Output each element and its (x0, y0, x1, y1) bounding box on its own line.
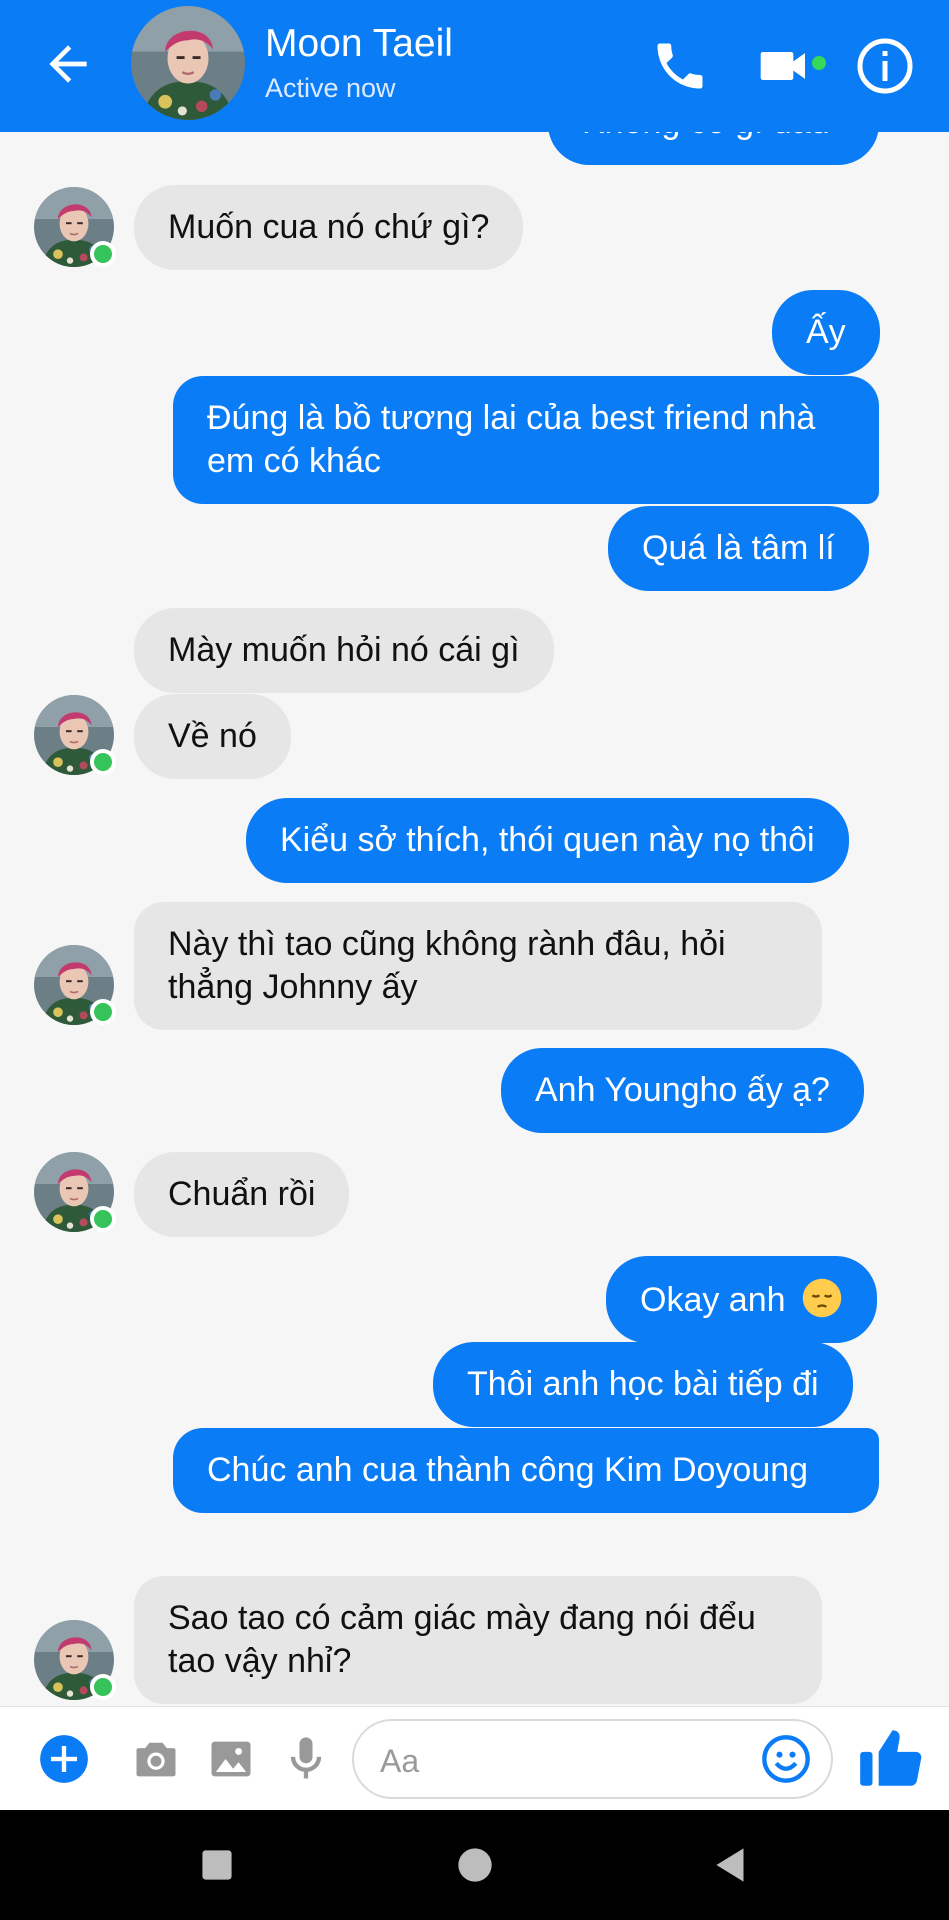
message-outgoing[interactable]: Ấy (772, 290, 880, 375)
message-outgoing[interactable]: Okay anh (606, 1256, 877, 1343)
message-outgoing[interactable]: Anh Youngho ấy ạ? (501, 1048, 864, 1133)
camera-icon[interactable] (130, 1733, 182, 1785)
message-text: Okay anh (640, 1281, 786, 1319)
pensive-face-emoji-icon (802, 1278, 842, 1318)
message-outgoing[interactable]: Không có gì đâu (548, 132, 879, 165)
video-camera-icon[interactable] (756, 36, 812, 96)
phone-icon[interactable] (650, 36, 710, 96)
chat-header: Moon Taeil Active now (0, 0, 949, 132)
contact-avatar-small[interactable] (34, 1152, 116, 1232)
image-icon[interactable] (205, 1733, 257, 1785)
message-incoming[interactable]: Sao tao có cảm giác mày đang nói đểu tao… (134, 1576, 822, 1704)
emoji-icon[interactable] (760, 1733, 812, 1785)
message-outgoing[interactable]: Kiểu sở thích, thói quen này nọ thôi (246, 798, 849, 883)
contact-avatar[interactable] (131, 6, 245, 120)
message-outgoing[interactable]: Đúng là bồ tương lai của best friend nhà… (173, 376, 879, 504)
microphone-icon[interactable] (280, 1733, 332, 1785)
recent-apps-icon[interactable] (192, 1840, 242, 1890)
contact-avatar-small[interactable] (34, 945, 116, 1025)
info-icon[interactable] (855, 36, 915, 96)
message-outgoing[interactable]: Chúc anh cua thành công Kim Doyoung (173, 1428, 879, 1513)
contact-avatar-small[interactable] (34, 187, 116, 267)
back-icon[interactable] (706, 1840, 756, 1890)
online-indicator (90, 749, 116, 775)
contact-name[interactable]: Moon Taeil (265, 22, 453, 66)
message-incoming[interactable]: Chuẩn rồi (134, 1152, 350, 1237)
online-indicator (90, 1206, 116, 1232)
back-arrow-icon[interactable] (40, 36, 96, 92)
message-list[interactable]: Không có gì đâu Muốn cua nó chứ gì? Ấy Đ… (0, 132, 949, 1706)
message-incoming[interactable]: Muốn cua nó chứ gì? (134, 185, 524, 270)
avatar-image (131, 6, 245, 120)
message-outgoing[interactable]: Quá là tâm lí (608, 506, 869, 591)
online-indicator (90, 999, 116, 1025)
message-incoming[interactable]: Mày muốn hỏi nó cái gì (134, 608, 554, 693)
message-composer: Aa (0, 1706, 949, 1810)
contact-avatar-small[interactable] (34, 695, 116, 775)
thumbs-up-icon[interactable] (854, 1721, 928, 1795)
message-outgoing[interactable]: Thôi anh học bài tiếp đi (433, 1342, 853, 1427)
message-incoming[interactable]: Này thì tao cũng không rành đâu, hỏi thẳ… (134, 902, 822, 1030)
online-indicator (90, 241, 116, 267)
online-indicator (90, 1674, 116, 1700)
system-nav-bar (0, 1810, 949, 1920)
message-input-placeholder: Aa (380, 1743, 420, 1779)
message-incoming[interactable]: Về nó (134, 694, 291, 779)
contact-avatar-small[interactable] (34, 1620, 116, 1700)
contact-status: Active now (265, 73, 396, 103)
home-icon[interactable] (450, 1840, 500, 1890)
video-active-dot (812, 56, 826, 70)
plus-icon[interactable] (38, 1733, 90, 1785)
